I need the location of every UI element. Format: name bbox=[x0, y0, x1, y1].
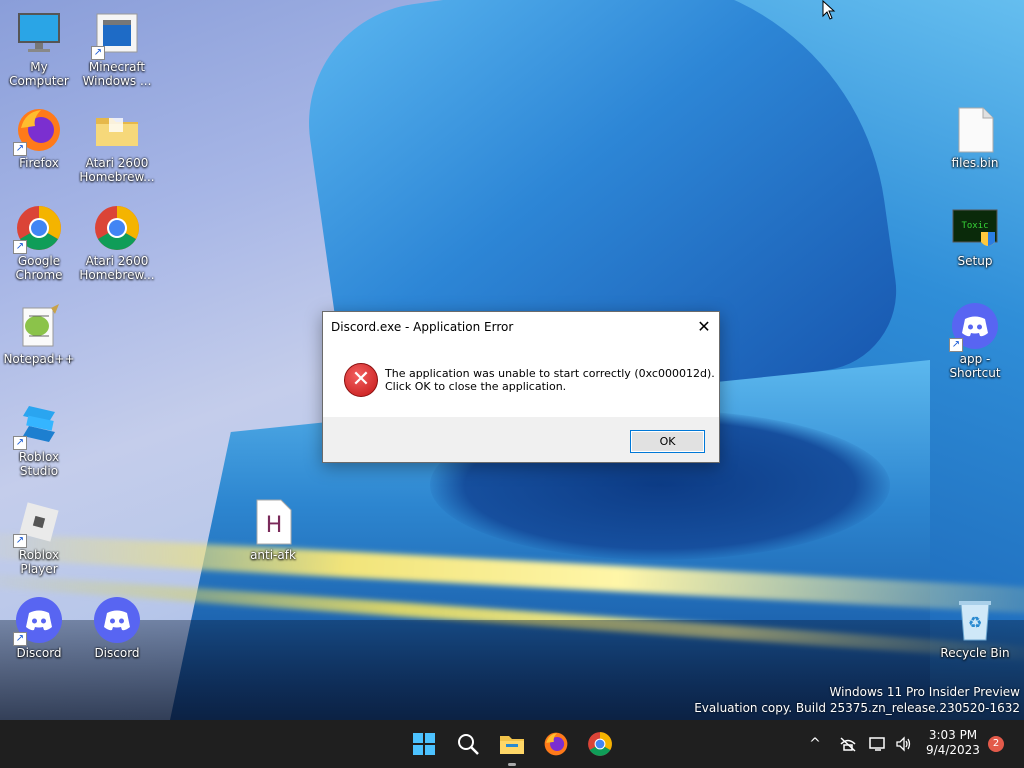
firefox-icon bbox=[544, 732, 568, 756]
shortcut-arrow-icon: ↗ bbox=[13, 632, 27, 646]
desktop-icon-discord-1[interactable]: ↗ Discord bbox=[0, 596, 78, 660]
desktop-icon-minecraft[interactable]: ↗ Minecraft Windows ... bbox=[78, 10, 156, 88]
volume-icon[interactable] bbox=[892, 728, 916, 760]
desktop-icon-atari-chrome[interactable]: Atari 2600 Homebrew... bbox=[78, 204, 156, 282]
chevron-up-icon[interactable]: ^ bbox=[804, 728, 826, 760]
search-icon bbox=[458, 734, 479, 755]
shortcut-arrow-icon: ↗ bbox=[13, 534, 27, 548]
desktop-icon-atari-folder[interactable]: Atari 2600 Homebrew... bbox=[78, 106, 156, 184]
chrome-icon bbox=[588, 732, 612, 756]
h-file-icon: H bbox=[249, 498, 297, 546]
notepadpp-icon bbox=[15, 302, 63, 350]
desktop-icon-notepadpp[interactable]: Notepad++ bbox=[0, 302, 78, 366]
shortcut-arrow-icon: ↗ bbox=[13, 240, 27, 254]
firefox-icon: ↗ bbox=[13, 106, 63, 156]
ok-button[interactable]: OK bbox=[630, 430, 705, 453]
file-explorer-button[interactable] bbox=[496, 728, 528, 766]
recycle-bin-icon: ♻ bbox=[951, 596, 999, 644]
firefox-taskbar-button[interactable] bbox=[540, 728, 572, 760]
notification-badge[interactable]: 2 bbox=[988, 736, 1004, 752]
close-icon[interactable]: ✕ bbox=[689, 312, 719, 341]
shortcut-arrow-icon: ↗ bbox=[949, 338, 963, 352]
start-button[interactable] bbox=[408, 728, 440, 760]
dialog-body: ✕ The application was unable to start co… bbox=[323, 341, 719, 417]
roblox-studio-icon: ↗ bbox=[13, 400, 63, 450]
chrome-taskbar-button[interactable] bbox=[584, 728, 616, 760]
file-icon bbox=[951, 106, 999, 154]
shortcut-arrow-icon: ↗ bbox=[13, 142, 27, 156]
desktop-icon-anti-afk[interactable]: H anti-afk bbox=[234, 498, 312, 562]
folder-icon bbox=[500, 736, 524, 754]
search-button[interactable] bbox=[452, 728, 484, 760]
discord-icon bbox=[93, 596, 141, 644]
shortcut-arrow-icon: ↗ bbox=[13, 436, 27, 450]
desktop-icon-roblox-studio[interactable]: ↗ Roblox Studio bbox=[0, 400, 78, 478]
desktop-icon-files-bin[interactable]: files.bin bbox=[936, 106, 1014, 170]
monitor-icon bbox=[15, 10, 63, 58]
desktop-icon-recycle-bin[interactable]: ♻ Recycle Bin bbox=[936, 596, 1014, 660]
error-message: The application was unable to start corr… bbox=[385, 367, 715, 393]
evaluation-watermark: Windows 11 Pro Insider Preview Evaluatio… bbox=[694, 685, 1020, 715]
svg-text:♻: ♻ bbox=[968, 613, 982, 632]
taskbar: ^ 3:03 PM 9/4/2023 2 bbox=[0, 720, 1024, 768]
chrome-icon bbox=[93, 204, 141, 252]
running-indicator bbox=[508, 763, 516, 766]
setup-icon: Toxic bbox=[951, 204, 999, 252]
desktop-icon-firefox[interactable]: ↗ Firefox bbox=[0, 106, 78, 170]
clock-date: 9/4/2023 bbox=[926, 743, 980, 757]
application-error-dialog: Discord.exe - Application Error ✕ ✕ The … bbox=[322, 311, 720, 463]
folder-icon bbox=[93, 106, 141, 154]
dialog-title-bar[interactable]: Discord.exe - Application Error ✕ bbox=[323, 312, 719, 341]
minecraft-icon: ↗ bbox=[91, 10, 141, 60]
desktop-icon-my-computer[interactable]: My Computer bbox=[0, 10, 78, 88]
roblox-player-icon: ↗ bbox=[13, 498, 63, 548]
mouse-cursor bbox=[822, 0, 836, 24]
discord-icon: ↗ bbox=[13, 596, 63, 646]
desktop-icon-app-shortcut[interactable]: ↗ app - Shortcut bbox=[936, 302, 1014, 380]
svg-text:H: H bbox=[266, 513, 283, 538]
shortcut-arrow-icon: ↗ bbox=[91, 46, 105, 60]
error-icon: ✕ bbox=[344, 363, 378, 397]
clock-time: 3:03 PM bbox=[928, 728, 978, 742]
dialog-title: Discord.exe - Application Error bbox=[331, 319, 514, 334]
desktop-icon-discord-2[interactable]: Discord bbox=[78, 596, 156, 660]
desktop-icon-google-chrome[interactable]: ↗ Google Chrome bbox=[0, 204, 78, 282]
display-icon[interactable] bbox=[866, 728, 890, 760]
chrome-icon: ↗ bbox=[13, 204, 63, 254]
windows-logo-icon bbox=[413, 733, 435, 755]
clock[interactable]: 3:03 PM 9/4/2023 bbox=[922, 728, 984, 758]
discord-icon: ↗ bbox=[949, 302, 999, 352]
network-offline-icon[interactable] bbox=[836, 728, 860, 760]
desktop-icon-setup[interactable]: Toxic Setup bbox=[936, 204, 1014, 268]
svg-text:Toxic: Toxic bbox=[961, 221, 988, 231]
desktop-icon-roblox-player[interactable]: ↗ Roblox Player bbox=[0, 498, 78, 576]
